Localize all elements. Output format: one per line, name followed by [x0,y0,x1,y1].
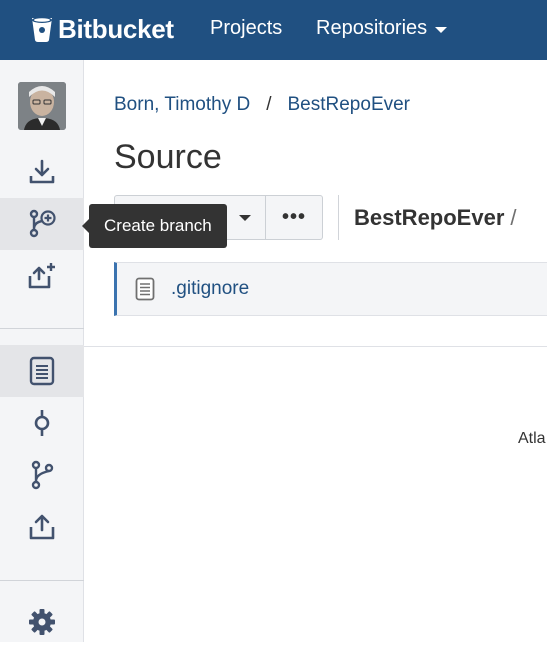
top-header: Bitbucket Projects Repositories [0,0,547,60]
commit-icon [34,410,50,436]
sidebar-item-settings[interactable] [0,596,84,648]
sidebar-item-clone[interactable] [0,146,84,198]
file-icon [135,277,155,301]
sidebar-item-source[interactable] [0,345,84,397]
sidebar-divider-bottom [0,580,84,581]
sidebar-item-commits[interactable] [0,397,84,449]
breadcrumb-repo-link[interactable]: BestRepoEver [288,94,411,116]
more-actions-button[interactable]: ••• [266,195,323,240]
table-row[interactable]: .gitignore [135,277,249,301]
nav-projects[interactable]: Projects [210,17,282,40]
download-icon [29,159,55,184]
tooltip-arrow [82,219,89,233]
toolbar-divider [338,195,339,240]
nav-repositories[interactable]: Repositories [316,17,448,40]
sidebar-item-pull-requests[interactable] [0,501,84,553]
sidebar-item-create-branch[interactable] [0,198,84,250]
file-path: BestRepoEver / [354,205,517,231]
sidebar [0,60,84,642]
bitbucket-logo[interactable]: Bitbucket [30,14,174,44]
brand-name: Bitbucket [58,13,174,44]
breadcrumb-separator: / [266,94,272,115]
bitbucket-bucket-icon [32,16,52,42]
breadcrumb: Born, Timothy D / BestRepoEver [114,94,410,116]
chevron-down-icon [239,214,251,221]
file-table: .gitignore [114,262,547,316]
create-branch-icon [29,209,56,238]
sidebar-item-branches[interactable] [0,449,84,501]
footer-text: Atla [518,430,546,447]
sidebar-item-create-pull-request[interactable] [0,250,84,302]
page-title: Source [114,138,222,176]
avatar[interactable] [18,82,66,130]
upload-plus-icon [28,263,55,289]
file-path-repo[interactable]: BestRepoEver [354,205,504,230]
content-divider [84,346,547,347]
tooltip: Create branch [82,204,227,248]
breadcrumb-project-link[interactable]: Born, Timothy D [114,94,250,116]
chevron-down-icon [435,26,448,33]
sidebar-divider [0,328,84,329]
avatar-photo [18,82,66,130]
nav-repositories-label: Repositories [316,17,428,39]
branch-icon [31,460,54,490]
file-name-link[interactable]: .gitignore [171,278,249,300]
file-path-separator: / [510,205,517,230]
gear-icon [29,609,55,635]
tooltip-text: Create branch [104,216,212,235]
document-icon [29,356,55,386]
upload-icon [29,514,55,540]
